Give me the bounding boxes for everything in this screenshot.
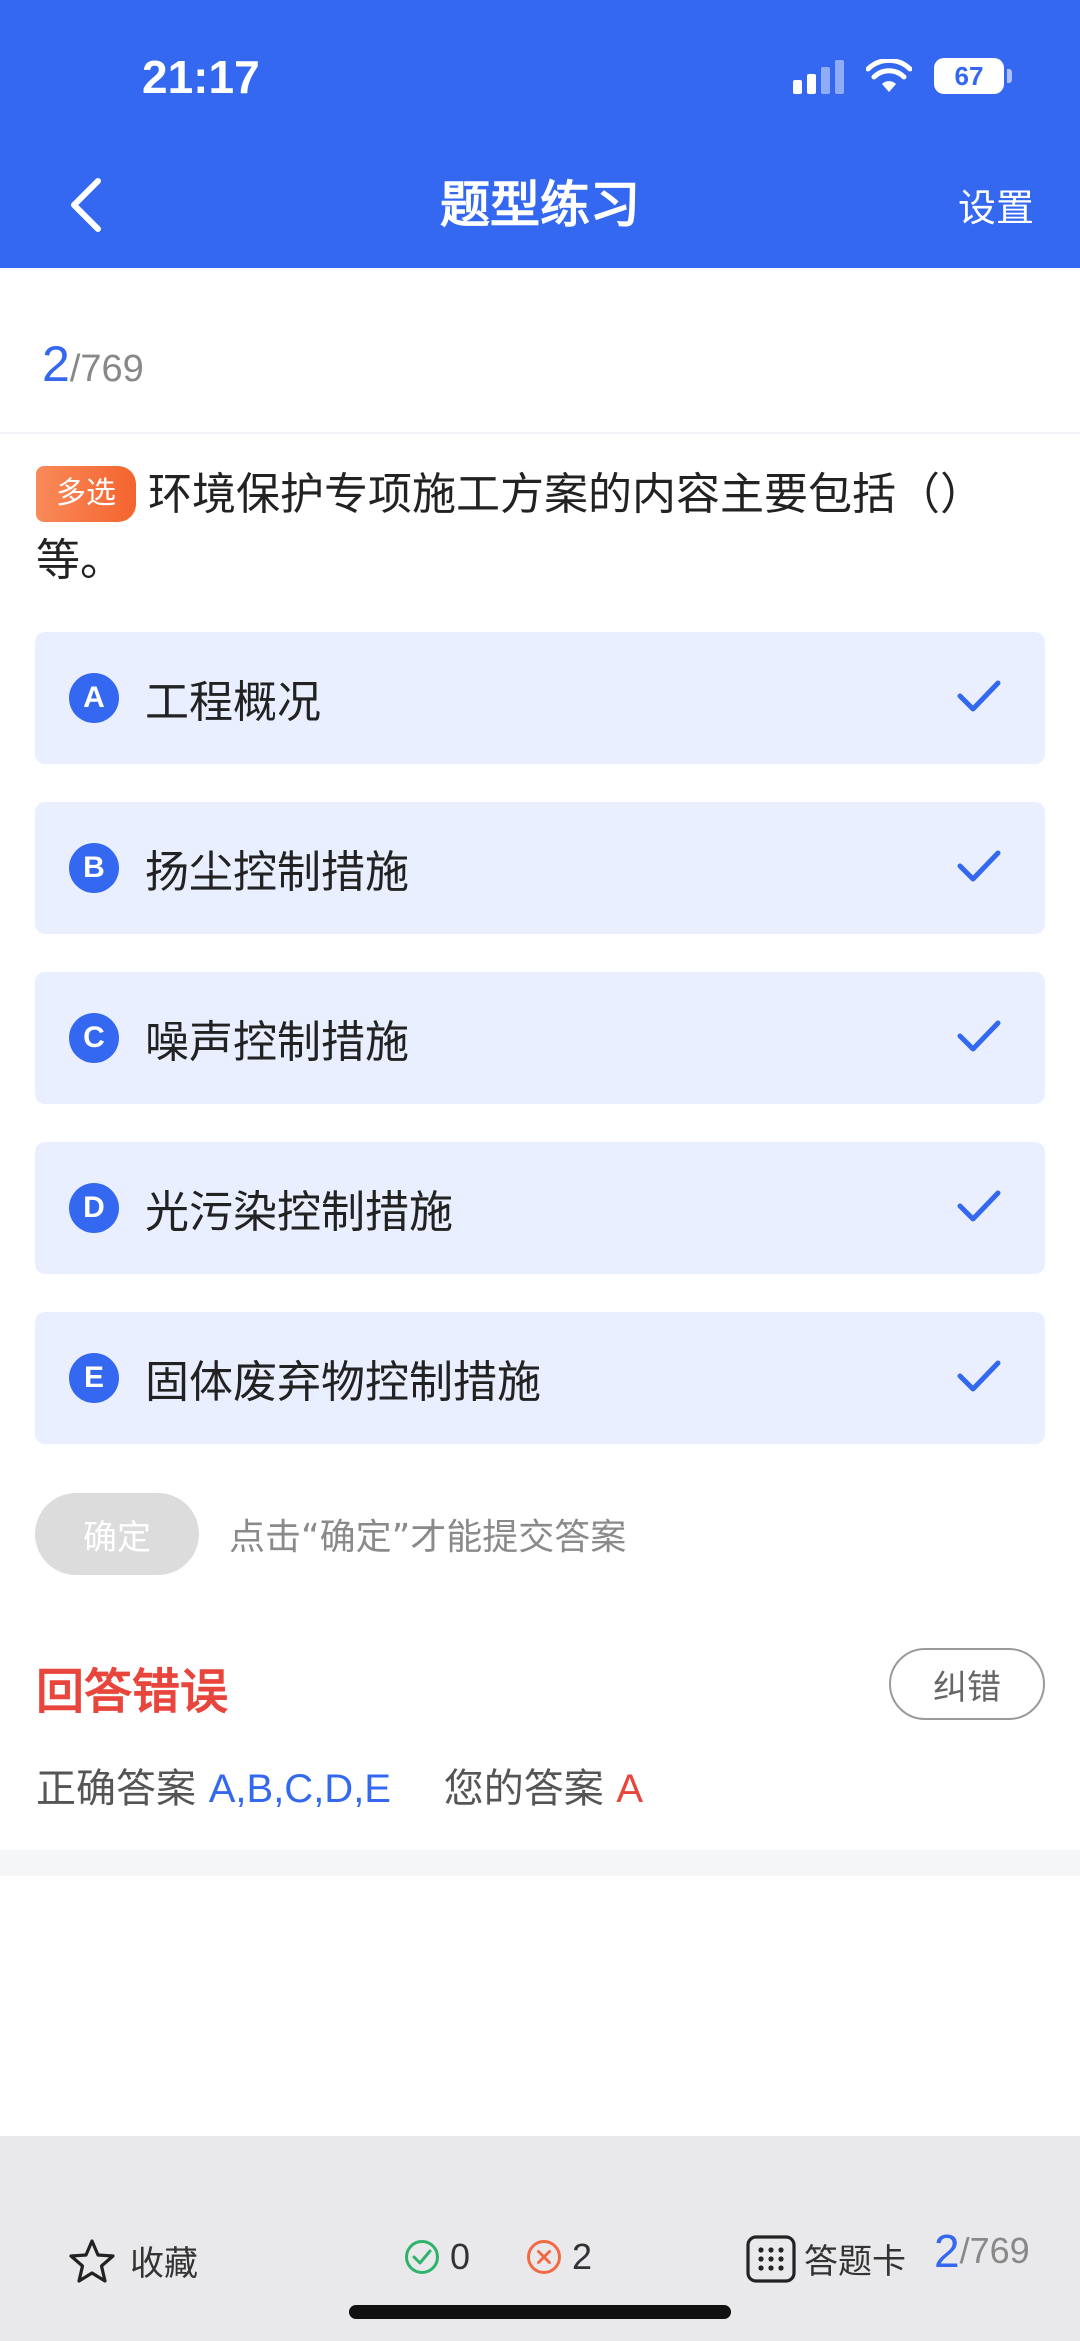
home-indicator <box>349 2305 731 2319</box>
confirm-row: 确定 点击“确定”才能提交答案 <box>35 1493 626 1575</box>
star-icon <box>69 2238 115 2283</box>
favorite-button[interactable]: 收藏 <box>68 2236 198 2285</box>
check-icon <box>957 1020 1001 1052</box>
option-letter: D <box>69 1183 119 1233</box>
page-title: 题型练习 <box>440 176 640 234</box>
option-letter: A <box>69 673 119 723</box>
progress-current: 2 <box>42 336 70 392</box>
progress-total: /769 <box>69 348 144 390</box>
confirm-hint: 点击“确定”才能提交答案 <box>229 1517 627 1558</box>
section-separator <box>0 1850 1080 1876</box>
option-text: 光污染控制措施 <box>145 1187 453 1238</box>
top-header: 21:17 67 题型练习 设置 <box>0 0 1080 268</box>
wifi-icon <box>866 59 912 93</box>
option-letter: C <box>69 1013 119 1063</box>
option-text: 固体废弃物控制措施 <box>145 1357 541 1408</box>
option-c[interactable]: C 噪声控制措施 <box>35 972 1045 1104</box>
confirm-button[interactable]: 确定 <box>35 1493 199 1575</box>
option-letter: B <box>69 843 119 893</box>
option-list: A 工程概况 B 扬尘控制措施 C 噪声控制措施 D 光污染控制措施 E 固体废… <box>35 632 1045 1482</box>
bottom-progress-total: /769 <box>959 2230 1030 2271</box>
your-answer-value: A <box>616 1767 644 1811</box>
wrong-count-value: 2 <box>572 2236 593 2277</box>
question-stem: 多选 环境保护专项施工方案的内容主要包括（）等。 <box>36 462 1046 594</box>
right-count-value: 0 <box>450 2236 471 2277</box>
bottom-progress-current: 2 <box>934 2225 960 2277</box>
result-title: 回答错误 <box>36 1664 229 1720</box>
option-text: 工程概况 <box>145 677 321 728</box>
report-error-button[interactable]: 纠错 <box>889 1648 1045 1720</box>
signal-icon <box>793 58 844 94</box>
option-a[interactable]: A 工程概况 <box>35 632 1045 764</box>
answer-summary: 正确答案 A,B,C,D,E 您的答案 A <box>36 1756 643 1814</box>
correct-answer-label: 正确答案 <box>36 1766 196 1812</box>
option-d[interactable]: D 光污染控制措施 <box>35 1142 1045 1274</box>
answer-card-button[interactable]: 答题卡 <box>746 2234 906 2283</box>
wrong-count: 2 <box>526 2236 592 2278</box>
question-progress: 2/769 <box>42 335 144 393</box>
check-circle-icon <box>405 2240 439 2274</box>
favorite-label: 收藏 <box>130 2244 198 2284</box>
settings-button[interactable]: 设置 <box>958 180 1034 236</box>
battery-level: 67 <box>934 58 1004 94</box>
option-text: 噪声控制措施 <box>145 1017 409 1068</box>
status-time: 21:17 <box>142 51 260 103</box>
question-text: 环境保护专项施工方案的内容主要包括（）等。 <box>36 469 984 586</box>
status-icons: 67 <box>793 58 1012 94</box>
right-count: 0 <box>404 2236 470 2278</box>
bottom-bar: 收藏 0 2 答题卡 2/769 <box>0 2136 1080 2341</box>
option-letter: E <box>69 1353 119 1403</box>
grid-icon <box>746 2234 796 2283</box>
check-icon <box>957 680 1001 712</box>
x-circle-icon <box>527 2240 561 2274</box>
answer-card-label: 答题卡 <box>804 2242 906 2282</box>
option-text: 扬尘控制措施 <box>145 847 409 898</box>
check-icon <box>957 850 1001 882</box>
check-icon <box>957 1360 1001 1392</box>
option-e[interactable]: E 固体废弃物控制措施 <box>35 1312 1045 1444</box>
bottom-progress: 2/769 <box>934 2224 1030 2278</box>
check-icon <box>957 1190 1001 1222</box>
battery-icon: 67 <box>934 58 1012 94</box>
your-answer-label: 您的答案 <box>443 1766 604 1812</box>
correct-answer-value: A,B,C,D,E <box>208 1767 391 1811</box>
option-b[interactable]: B 扬尘控制措施 <box>35 802 1045 934</box>
question-type-tag: 多选 <box>36 466 136 522</box>
divider <box>0 432 1080 434</box>
